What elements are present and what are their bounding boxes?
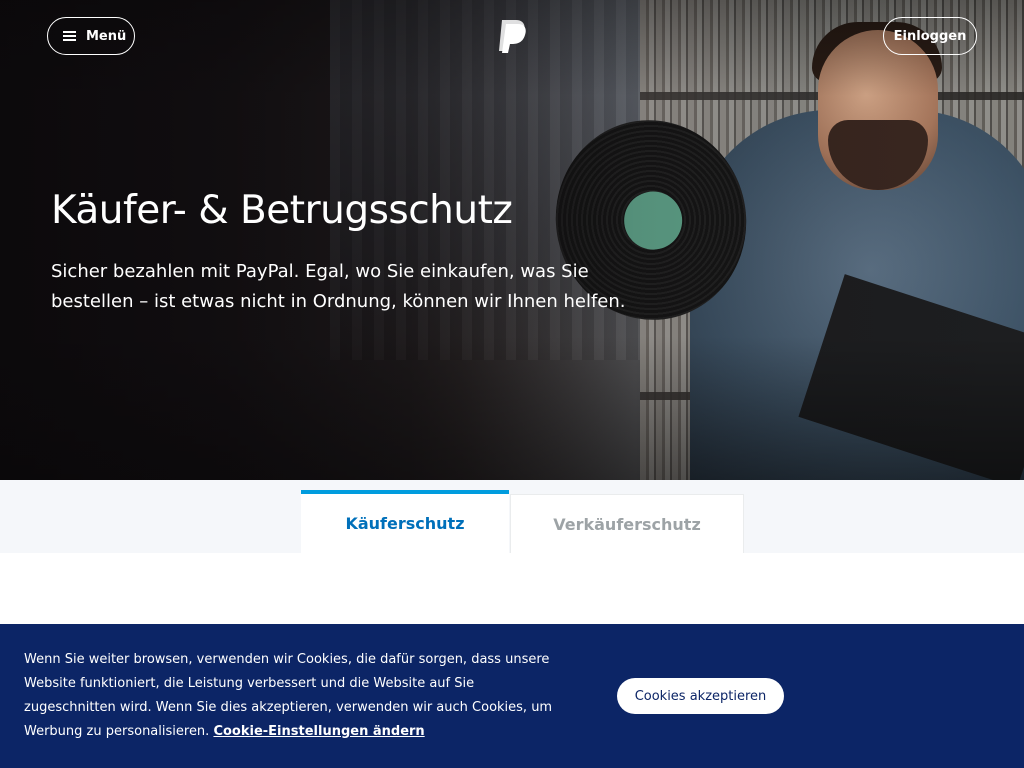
hamburger-icon [63, 31, 76, 41]
tab-label: Verkäuferschutz [553, 514, 701, 534]
menu-label: Menü [86, 28, 127, 44]
hero-banner [0, 0, 1024, 480]
paypal-logo-icon[interactable] [496, 18, 528, 54]
cookie-settings-link[interactable]: Cookie-Einstellungen ändern [213, 724, 424, 739]
login-button[interactable]: Einloggen [883, 17, 977, 55]
accept-cookies-button[interactable]: Cookies akzeptieren [617, 678, 784, 714]
tab-verkauferschutz[interactable]: Verkäuferschutz [510, 494, 744, 553]
login-label: Einloggen [893, 28, 967, 44]
hero-overlay [0, 0, 1024, 480]
tab-label: Käuferschutz [345, 514, 465, 533]
cookie-banner-text: Wenn Sie weiter browsen, verwenden wir C… [24, 648, 564, 744]
page-title: Käufer- & Betrugsschutz [51, 188, 513, 233]
hero-subtitle: Sicher bezahlen mit PayPal. Egal, wo Sie… [51, 261, 626, 312]
cookie-banner: Wenn Sie weiter browsen, verwenden wir C… [0, 624, 1024, 768]
menu-button[interactable]: Menü [47, 17, 135, 55]
tab-kauferschutz[interactable]: Käuferschutz [301, 490, 509, 553]
